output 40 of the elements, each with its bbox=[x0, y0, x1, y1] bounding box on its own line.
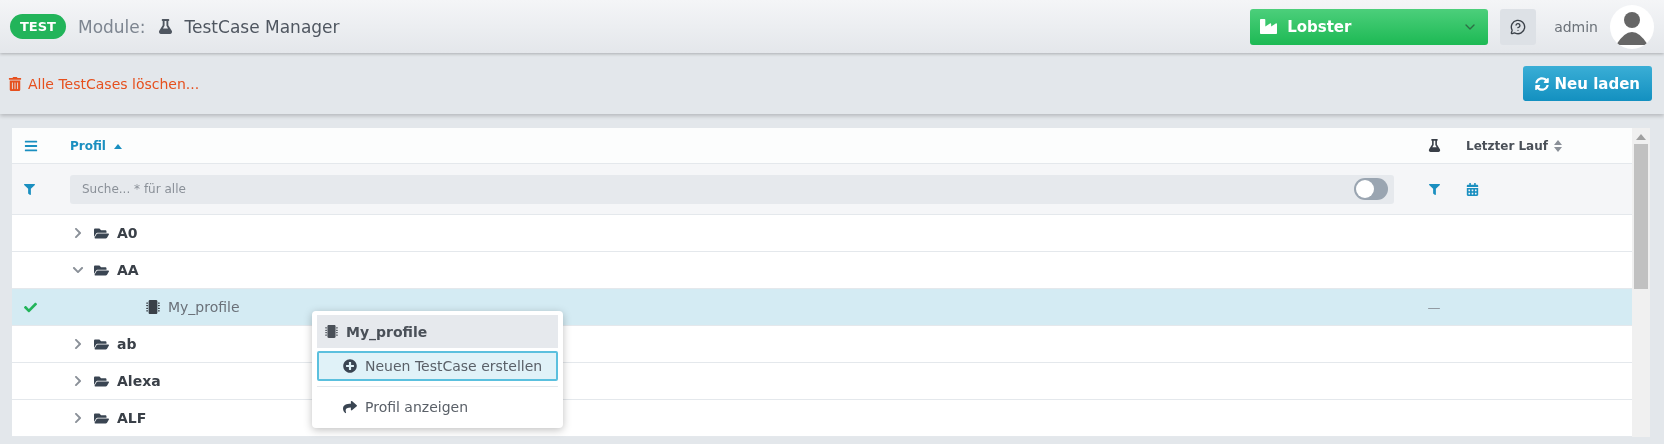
scrollbar[interactable] bbox=[1632, 128, 1650, 437]
module-label: Module: bbox=[78, 16, 146, 37]
help-button[interactable] bbox=[1500, 8, 1537, 45]
calendar-icon[interactable] bbox=[1466, 182, 1479, 196]
toggle-switch[interactable] bbox=[1354, 178, 1388, 200]
menu-title: My_profile bbox=[346, 323, 428, 340]
scroll-up-icon bbox=[1636, 134, 1646, 140]
chip-icon bbox=[146, 300, 160, 314]
environment-badge: TEST bbox=[10, 14, 66, 39]
factory-icon bbox=[1260, 18, 1278, 35]
filter-icon[interactable] bbox=[24, 183, 35, 195]
column-header[interactable]: Letzter Lauf bbox=[1466, 138, 1548, 153]
avatar-icon bbox=[1610, 4, 1654, 49]
tree-label: My_profile bbox=[168, 299, 240, 315]
filter-icon[interactable] bbox=[1428, 183, 1440, 195]
chevron-right-icon[interactable] bbox=[72, 375, 84, 387]
tree-label: Alexa bbox=[117, 373, 161, 389]
search-field[interactable]: Suche... * für alle bbox=[70, 174, 1394, 204]
flask-value: — bbox=[1427, 299, 1441, 315]
tree-label: A0 bbox=[117, 225, 138, 241]
flask-icon bbox=[157, 19, 173, 34]
chevron-right-icon[interactable] bbox=[72, 227, 84, 239]
share-arrow-icon bbox=[343, 400, 357, 414]
question-bubble-icon bbox=[1510, 18, 1527, 35]
menu-icon[interactable] bbox=[24, 138, 38, 153]
trash-icon bbox=[8, 76, 22, 91]
tree-label: ab bbox=[117, 336, 137, 352]
chevron-right-icon[interactable] bbox=[72, 338, 84, 350]
flask-icon bbox=[1427, 139, 1441, 152]
refresh-icon bbox=[1534, 76, 1549, 91]
username: admin bbox=[1554, 18, 1598, 35]
tree-label: AA bbox=[117, 262, 139, 278]
chevron-down-icon[interactable] bbox=[72, 264, 84, 276]
column-header[interactable]: Profil bbox=[70, 138, 106, 153]
chevron-right-icon[interactable] bbox=[72, 412, 84, 424]
module-name: TestCase Manager bbox=[184, 16, 340, 37]
chip-icon bbox=[325, 325, 338, 338]
menu-item[interactable]: Neuen TestCase erstellen bbox=[317, 351, 558, 381]
tree-label: ALF bbox=[117, 410, 147, 426]
tree-row[interactable]: My_profile — bbox=[12, 289, 1632, 326]
